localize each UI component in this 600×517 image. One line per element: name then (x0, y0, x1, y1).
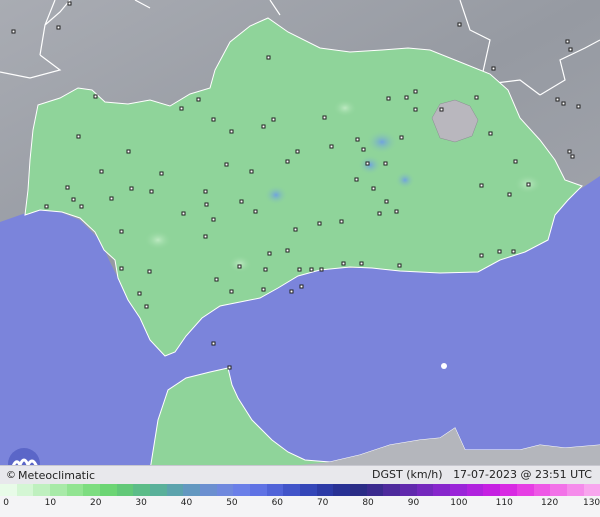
scale-tick-label: 90 (407, 498, 420, 508)
scale-swatch (0, 484, 17, 496)
scale-tick-label: 30 (135, 498, 147, 508)
product-label: DGST (km/h) 17-07-2023 @ 23:51 UTC (372, 466, 592, 484)
brand-name: Meteoclimatic (18, 468, 96, 482)
scale-swatch (183, 484, 201, 496)
scale-swatch (350, 484, 367, 496)
scale-swatch (166, 484, 184, 496)
scale-swatch (133, 484, 151, 496)
scale-swatch (400, 484, 417, 496)
copyright-symbol: © (6, 469, 16, 481)
color-scale-ticks: 0 10 20 30 40 50 60 70 80 90 100 110 120 130 (0, 498, 600, 512)
scale-swatch (333, 484, 351, 496)
scale-tick-label: 100 (450, 498, 468, 508)
alboran-island (441, 363, 447, 369)
scale-tick-label: 60 (271, 498, 284, 508)
scale-swatch (83, 484, 101, 496)
scale-tick-label: 110 (495, 498, 513, 508)
gust-spot (228, 255, 252, 273)
gust-spot (333, 99, 357, 117)
scale-tick-label: 20 (90, 498, 102, 508)
scale-swatch (266, 484, 284, 496)
brand: © Meteoclimatic (6, 466, 95, 484)
scale-tick-label: 0 (3, 498, 10, 508)
scale-swatch (100, 484, 117, 496)
scale-swatch (583, 484, 600, 496)
scale-tick-label: 70 (316, 498, 329, 508)
scale-swatch (366, 484, 384, 496)
scale-swatch (316, 484, 334, 496)
scale-swatch (116, 484, 134, 496)
scale-swatch (566, 484, 584, 496)
scale-swatch (33, 484, 51, 496)
scale-swatch (500, 484, 517, 496)
scale-swatch (383, 484, 401, 496)
scale-swatch (550, 484, 567, 496)
scale-swatch (216, 484, 234, 496)
gust-spot (144, 230, 172, 250)
scale-swatch (150, 484, 167, 496)
scale-tick-label: 80 (362, 498, 374, 508)
color-scale: 0 10 20 30 40 50 60 70 80 90 100 110 120 130 (0, 484, 600, 517)
scale-swatch (200, 484, 217, 496)
gust-spot (366, 130, 398, 154)
scale-swatch (416, 484, 434, 496)
scale-swatch (250, 484, 267, 496)
scale-swatch (233, 484, 251, 496)
scale-swatch (283, 484, 301, 496)
scale-swatch (433, 484, 451, 496)
scale-tick-label: 120 (541, 498, 559, 508)
scale-swatch (450, 484, 467, 496)
scale-tick-label: 50 (226, 498, 238, 508)
map-caption: © Meteoclimatic DGST (km/h) 17-07-2023 @… (0, 465, 600, 484)
scale-swatch (466, 484, 484, 496)
product-name: DGST (km/h) (372, 468, 443, 481)
wind-gust-map (0, 0, 600, 517)
scale-swatch (300, 484, 317, 496)
gust-spot (264, 185, 288, 205)
scale-tick-label: 10 (44, 498, 57, 508)
scale-tick-label: 40 (180, 498, 193, 508)
product-datetime: 17-07-2023 @ 23:51 UTC (453, 468, 592, 481)
gust-spot (358, 155, 382, 175)
scale-swatch (16, 484, 34, 496)
scale-swatch (483, 484, 501, 496)
scale-tick-label: 130 (582, 498, 600, 508)
gust-spot (395, 171, 415, 189)
scale-swatch (516, 484, 534, 496)
color-scale-bar (0, 484, 600, 496)
scale-swatch (533, 484, 551, 496)
scale-swatch (66, 484, 84, 496)
scale-swatch (50, 484, 67, 496)
